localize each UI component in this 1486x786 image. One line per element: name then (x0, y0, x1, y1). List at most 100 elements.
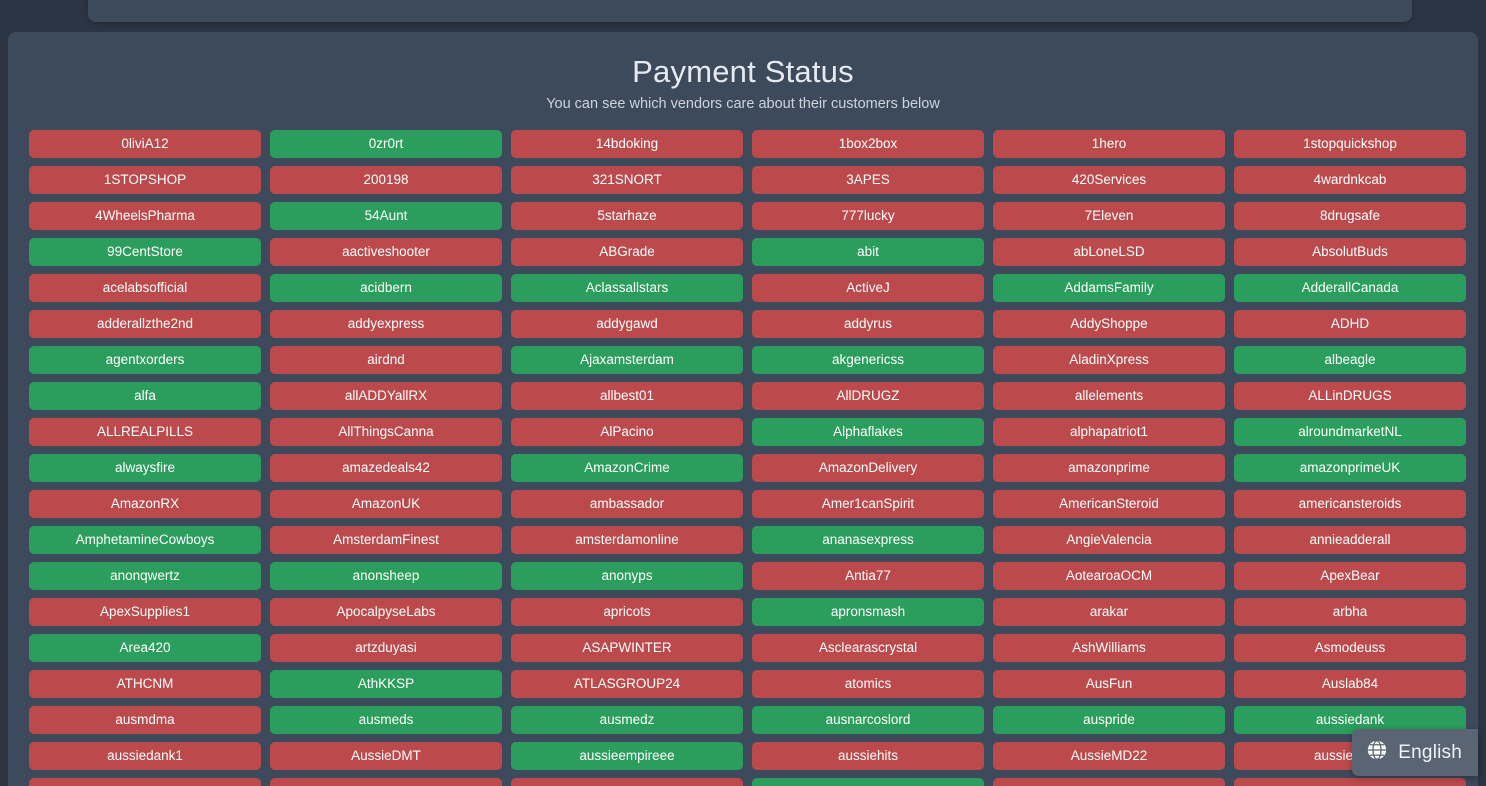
vendor-cell[interactable]: ausmedz (511, 705, 743, 734)
vendor-cell[interactable]: ATLASGROUP24 (511, 669, 743, 698)
vendor-cell[interactable]: 1box2box (752, 129, 984, 158)
vendor-cell[interactable]: annieadderall (1234, 525, 1466, 554)
vendor-cell[interactable]: Asclearascrystal (752, 633, 984, 662)
vendor-cell[interactable]: AdderallCanada (1234, 273, 1466, 302)
vendor-cell[interactable]: Aclassallstars (511, 273, 743, 302)
vendor-cell[interactable]: ADHD (1234, 309, 1466, 338)
vendor-cell[interactable]: americansteroids (1234, 489, 1466, 518)
vendor-cell[interactable]: artzduyasi (270, 633, 502, 662)
vendor-cell[interactable]: addyrus (752, 309, 984, 338)
vendor-cell[interactable]: AmsterdamFinest (270, 525, 502, 554)
vendor-cell[interactable] (511, 777, 743, 786)
vendor-cell[interactable]: auspride (993, 705, 1225, 734)
vendor-cell[interactable]: ausmdma (29, 705, 261, 734)
vendor-cell[interactable]: aussieempireee (511, 741, 743, 770)
vendor-cell[interactable]: ActiveJ (752, 273, 984, 302)
vendor-cell[interactable]: ananasexpress (752, 525, 984, 554)
vendor-cell[interactable]: ausmeds (270, 705, 502, 734)
vendor-cell[interactable]: AussieMD22 (993, 741, 1225, 770)
vendor-cell[interactable]: Antia77 (752, 561, 984, 590)
vendor-cell[interactable]: 5starhaze (511, 201, 743, 230)
vendor-cell[interactable]: ApexBear (1234, 561, 1466, 590)
vendor-cell[interactable]: alroundmarketNL (1234, 417, 1466, 446)
vendor-cell[interactable]: ALLinDRUGS (1234, 381, 1466, 410)
vendor-cell[interactable]: alfa (29, 381, 261, 410)
vendor-cell[interactable] (752, 777, 984, 786)
vendor-cell[interactable]: Amer1canSpirit (752, 489, 984, 518)
vendor-cell[interactable]: ApocalpyseLabs (270, 597, 502, 626)
vendor-cell[interactable]: 4WheelsPharma (29, 201, 261, 230)
vendor-cell[interactable] (993, 777, 1225, 786)
vendor-cell[interactable]: ALLREALPILLS (29, 417, 261, 446)
vendor-cell[interactable]: AllDRUGZ (752, 381, 984, 410)
vendor-cell[interactable]: atomics (752, 669, 984, 698)
vendor-cell[interactable]: ausnarcoslord (752, 705, 984, 734)
vendor-cell[interactable]: AmazonCrime (511, 453, 743, 482)
vendor-cell[interactable]: apronsmash (752, 597, 984, 626)
vendor-cell[interactable]: apricots (511, 597, 743, 626)
vendor-cell[interactable]: airdnd (270, 345, 502, 374)
vendor-cell[interactable] (1234, 777, 1466, 786)
vendor-cell[interactable]: Auslab84 (1234, 669, 1466, 698)
vendor-cell[interactable]: 4wardnkcab (1234, 165, 1466, 194)
vendor-cell[interactable]: AusFun (993, 669, 1225, 698)
vendor-cell[interactable]: ABGrade (511, 237, 743, 266)
vendor-cell[interactable]: ApexSupplies1 (29, 597, 261, 626)
vendor-cell[interactable]: amsterdamonline (511, 525, 743, 554)
vendor-cell[interactable]: 420Services (993, 165, 1225, 194)
vendor-cell[interactable]: aactiveshooter (270, 237, 502, 266)
vendor-cell[interactable]: AmazonRX (29, 489, 261, 518)
vendor-cell[interactable]: 54Aunt (270, 201, 502, 230)
vendor-cell[interactable]: albeagle (1234, 345, 1466, 374)
vendor-cell[interactable]: AngieValencia (993, 525, 1225, 554)
vendor-cell[interactable]: 1stopquickshop (1234, 129, 1466, 158)
vendor-cell[interactable]: AotearoaOCM (993, 561, 1225, 590)
vendor-cell[interactable]: AshWilliams (993, 633, 1225, 662)
vendor-cell[interactable]: abLoneLSD (993, 237, 1225, 266)
vendor-cell[interactable]: acidbern (270, 273, 502, 302)
vendor-cell[interactable]: AthKKSP (270, 669, 502, 698)
vendor-cell[interactable]: ambassador (511, 489, 743, 518)
vendor-cell[interactable]: 1STOPSHOP (29, 165, 261, 194)
vendor-cell[interactable]: ATHCNM (29, 669, 261, 698)
vendor-cell[interactable] (29, 777, 261, 786)
vendor-cell[interactable]: 0zr0rt (270, 129, 502, 158)
vendor-cell[interactable]: 777lucky (752, 201, 984, 230)
vendor-cell[interactable]: 321SNORT (511, 165, 743, 194)
vendor-cell[interactable]: arbha (1234, 597, 1466, 626)
vendor-cell[interactable]: Asmodeuss (1234, 633, 1466, 662)
vendor-cell[interactable]: alphapatriot1 (993, 417, 1225, 446)
vendor-cell[interactable]: 200198 (270, 165, 502, 194)
vendor-cell[interactable]: agentxorders (29, 345, 261, 374)
vendor-cell[interactable]: 1hero (993, 129, 1225, 158)
vendor-cell[interactable]: 7Eleven (993, 201, 1225, 230)
vendor-cell[interactable]: AmphetamineCowboys (29, 525, 261, 554)
vendor-cell[interactable]: akgenericss (752, 345, 984, 374)
vendor-cell[interactable]: AddyShoppe (993, 309, 1225, 338)
vendor-cell[interactable]: AladinXpress (993, 345, 1225, 374)
vendor-cell[interactable]: anonqwertz (29, 561, 261, 590)
language-selector[interactable]: English (1352, 729, 1478, 776)
vendor-cell[interactable]: AmazonDelivery (752, 453, 984, 482)
vendor-cell[interactable]: arakar (993, 597, 1225, 626)
vendor-cell[interactable]: AllThingsCanna (270, 417, 502, 446)
vendor-cell[interactable]: allADDYallRX (270, 381, 502, 410)
vendor-cell[interactable]: AlPacino (511, 417, 743, 446)
vendor-cell[interactable]: addygawd (511, 309, 743, 338)
vendor-cell[interactable]: allbest01 (511, 381, 743, 410)
vendor-cell[interactable]: Ajaxamsterdam (511, 345, 743, 374)
vendor-cell[interactable]: ASAPWINTER (511, 633, 743, 662)
vendor-cell[interactable]: addyexpress (270, 309, 502, 338)
vendor-cell[interactable]: AddamsFamily (993, 273, 1225, 302)
vendor-cell[interactable]: amazonprime (993, 453, 1225, 482)
vendor-cell[interactable]: 8drugsafe (1234, 201, 1466, 230)
vendor-cell[interactable]: Alphaflakes (752, 417, 984, 446)
vendor-cell[interactable]: AmazonUK (270, 489, 502, 518)
vendor-cell[interactable]: anonyps (511, 561, 743, 590)
vendor-cell[interactable]: acelabsofficial (29, 273, 261, 302)
vendor-cell[interactable]: 99CentStore (29, 237, 261, 266)
vendor-cell[interactable]: adderallzthe2nd (29, 309, 261, 338)
vendor-cell[interactable]: 0liviA12 (29, 129, 261, 158)
vendor-cell[interactable]: allelements (993, 381, 1225, 410)
vendor-cell[interactable]: AbsolutBuds (1234, 237, 1466, 266)
